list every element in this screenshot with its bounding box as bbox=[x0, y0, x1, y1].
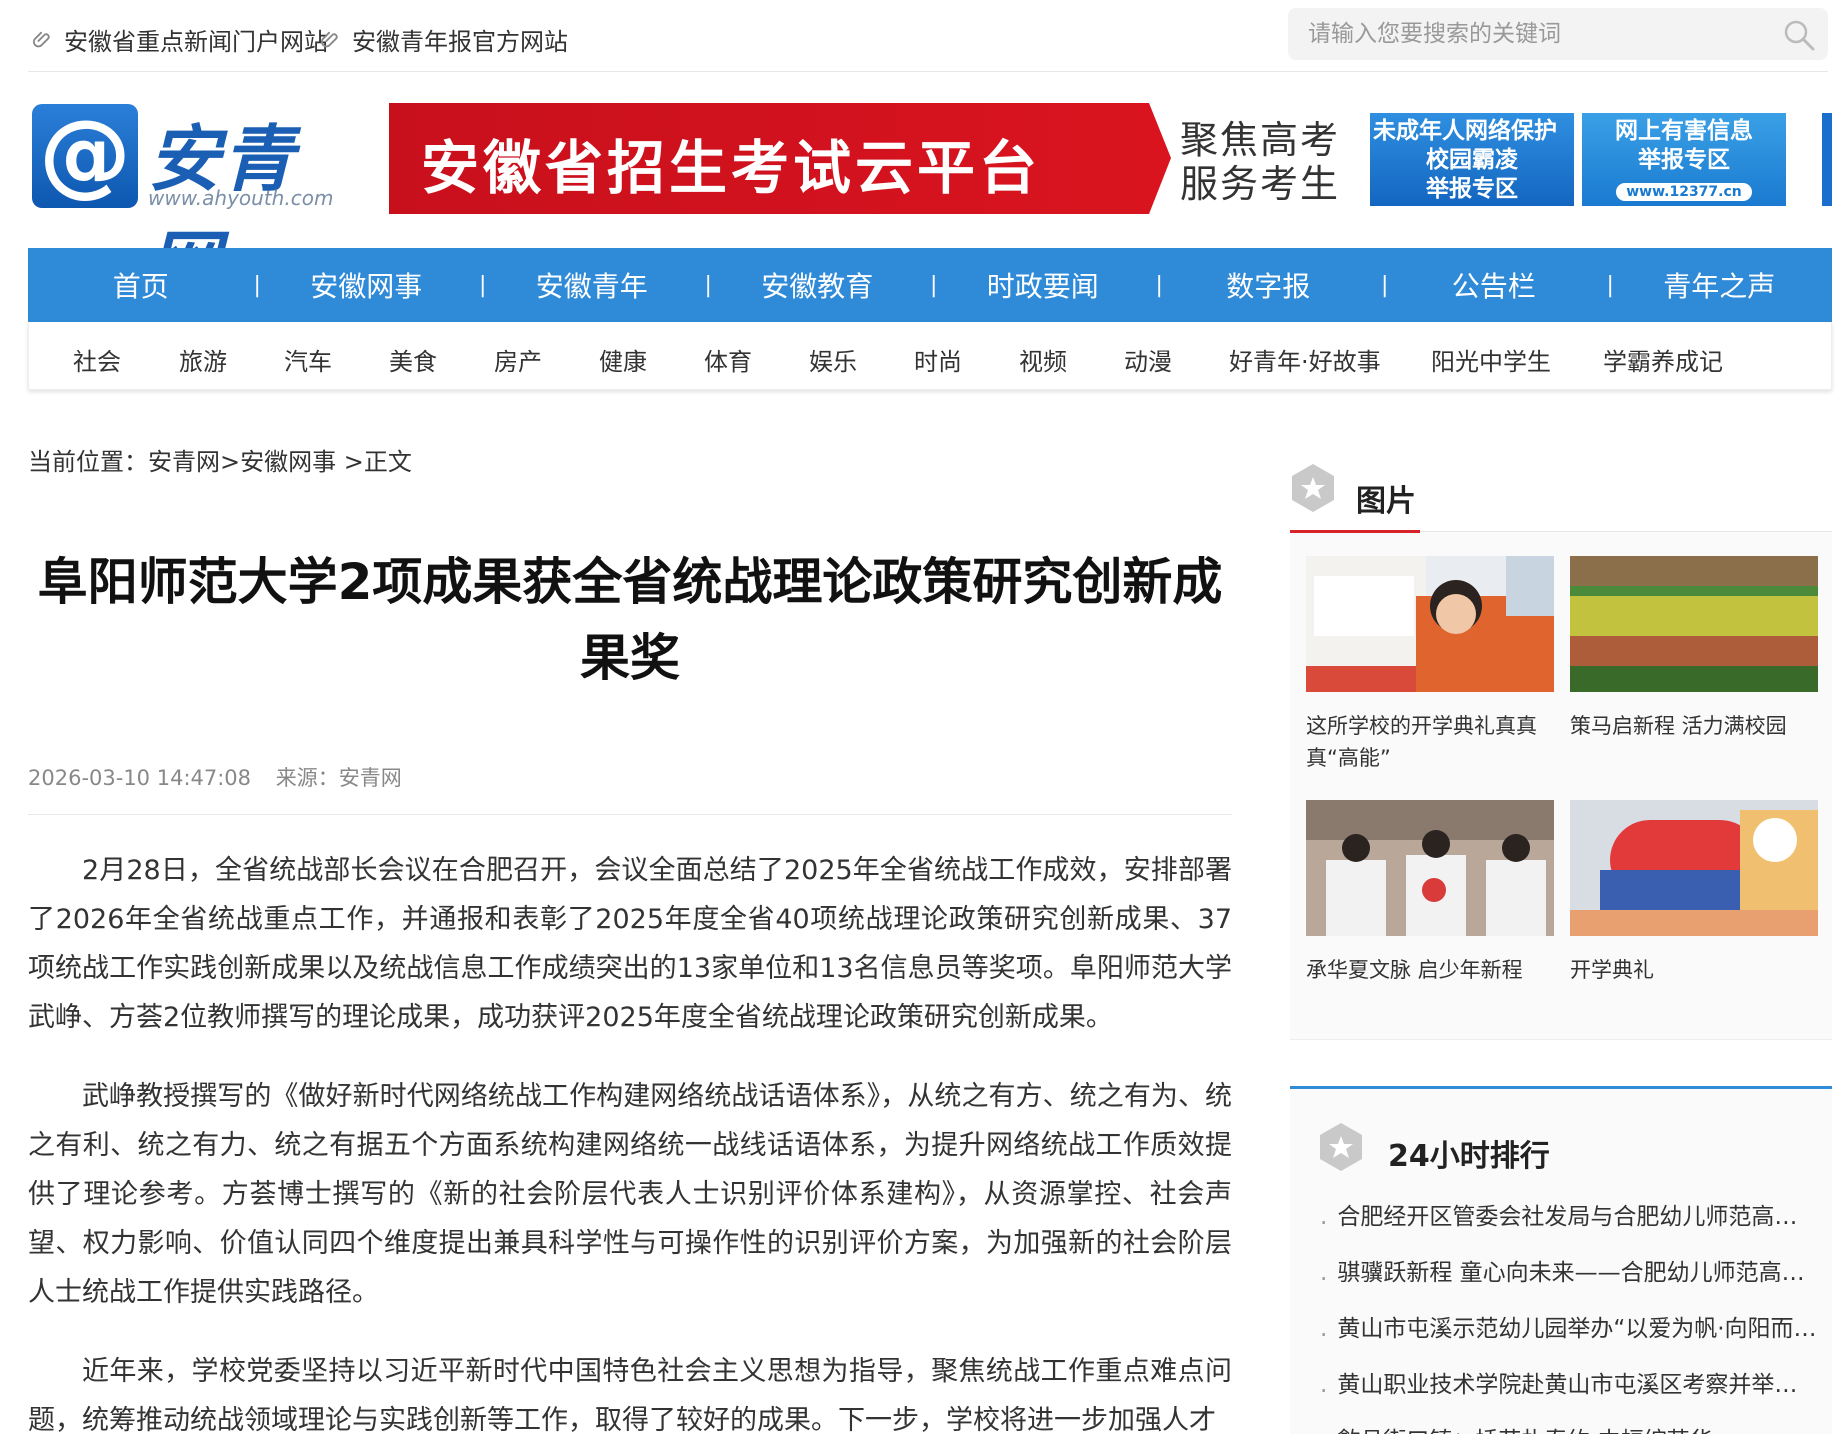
subnav-item-health[interactable]: 健康 bbox=[599, 342, 647, 377]
ranking-item[interactable]: 骐骥跃新程 童心向未来——合肥幼儿师范高等专科学校 bbox=[1320, 1253, 1820, 1287]
subnav-item-sunshine-student[interactable]: 阳光中学生 bbox=[1431, 342, 1551, 377]
pictures-panel: 图片 这所学校的开学典礼真真真“高能” 策马启新程 活力满校园 承华夏文脉 启少… bbox=[1290, 458, 1832, 1040]
ranking-item[interactable]: 歙县街口镇：插花扎春约 中幅绽芳华 bbox=[1320, 1421, 1820, 1434]
picture-card[interactable]: 策马启新程 活力满校园 bbox=[1570, 556, 1818, 742]
slogan-line-1: 聚焦高考 bbox=[1180, 118, 1341, 162]
subnav-item-anime[interactable]: 动漫 bbox=[1124, 342, 1172, 377]
picture-card[interactable]: 承华夏文脉 启少年新程 bbox=[1306, 800, 1554, 986]
article-paragraph: 武峥教授撰写的《做好新时代网络统战工作构建网络统战话语体系》，从统之有方、统之有… bbox=[28, 1081, 1232, 1308]
picture-caption: 开学典礼 bbox=[1570, 958, 1654, 982]
nav-item-label: 安徽教育 bbox=[761, 270, 874, 303]
top-link-youth-paper[interactable]: 安徽青年报官方网站 bbox=[320, 22, 568, 57]
breadcrumb: 当前位置：安青网>安徽网事 >正文 bbox=[28, 448, 412, 476]
top-link-youth-paper-label: 安徽青年报官方网站 bbox=[352, 28, 568, 56]
star-badge-icon bbox=[1320, 1123, 1362, 1171]
article-divider bbox=[28, 814, 1232, 815]
harmful-info-url: www.12377.cn bbox=[1616, 183, 1752, 201]
subnav-item-auto[interactable]: 汽车 bbox=[284, 342, 332, 377]
top-link-news-portal[interactable]: 安徽省重点新闻门户网站 bbox=[32, 22, 328, 57]
subnav-item-entertainment[interactable]: 娱乐 bbox=[809, 342, 857, 377]
article-source: 来源：安青网 bbox=[275, 766, 402, 790]
paperclip-icon bbox=[320, 31, 338, 47]
harmful-info-line-2: 举报专区 bbox=[1638, 147, 1730, 173]
nav-item-youth-voice[interactable]: 青年之声 bbox=[1607, 265, 1833, 305]
picture-thumbnail bbox=[1570, 800, 1818, 936]
ranking-item[interactable]: 合肥经开区管委会社发局与合肥幼儿师范高等专科学校 bbox=[1320, 1197, 1820, 1231]
search-input[interactable] bbox=[1308, 18, 1748, 50]
sub-nav: 社会 旅游 汽车 美食 房产 健康 体育 娱乐 时尚 视频 动漫 好青年·好故事… bbox=[28, 322, 1832, 390]
subnav-item-realestate[interactable]: 房产 bbox=[494, 342, 542, 377]
subnav-item-good-youth[interactable]: 好青年·好故事 bbox=[1229, 342, 1381, 377]
nav-item-label: 时政要闻 bbox=[986, 270, 1099, 303]
article-datetime: 2026-03-10 14:47:08 bbox=[28, 766, 252, 790]
top-bar: 安徽省重点新闻门户网站 安徽青年报官方网站 bbox=[28, 0, 1828, 72]
nav-item-bulletin[interactable]: 公告栏 bbox=[1381, 265, 1607, 305]
nav-item-home[interactable]: 首页 bbox=[28, 265, 254, 305]
nav-item-label: 安徽青年 bbox=[535, 270, 648, 303]
picture-caption: 策马启新程 活力满校园 bbox=[1570, 714, 1787, 738]
logo-url: www.ahyouth.com bbox=[148, 186, 334, 210]
ranking-panel-title: 24小时排行 bbox=[1388, 1139, 1550, 1174]
ranking-item[interactable]: 黄山职业技术学院赴黄山市屯溪区考察并举行座谈 bbox=[1320, 1365, 1820, 1399]
picture-caption: 承华夏文脉 启少年新程 bbox=[1306, 958, 1523, 982]
pictures-panel-accent-bar bbox=[1290, 530, 1420, 533]
search-icon[interactable] bbox=[1782, 18, 1816, 52]
picture-caption: 这所学校的开学典礼真真真“高能” bbox=[1306, 714, 1537, 770]
harmful-info-line-1: 网上有害信息 bbox=[1615, 118, 1753, 144]
nav-item-politics[interactable]: 时政要闻 bbox=[930, 265, 1156, 305]
picture-card[interactable]: 这所学校的开学典礼真真真“高能” bbox=[1306, 556, 1554, 774]
subnav-item-top-student[interactable]: 学霸养成记 bbox=[1603, 342, 1723, 377]
minor-protection-line-2: 校园霸凌 bbox=[1426, 147, 1518, 173]
minor-protection-banner[interactable]: 未成年人网络保护 校园霸凌 举报专区 bbox=[1370, 113, 1574, 206]
exam-platform-banner[interactable]: 安徽省招生考试云平台 bbox=[389, 103, 1171, 214]
picture-thumbnail bbox=[1306, 800, 1554, 936]
article-paragraph: 近年来，学校党委坚持以习近平新时代中国特色社会主义思想为指导，聚焦统战工作重点难… bbox=[28, 1356, 1232, 1434]
pictures-panel-title: 图片 bbox=[1356, 484, 1416, 519]
nav-item-label: 青年之声 bbox=[1663, 270, 1776, 303]
logo-at-mark: @ bbox=[32, 104, 138, 208]
slogan-line-2: 服务考生 bbox=[1180, 162, 1341, 206]
search-box bbox=[1288, 8, 1828, 60]
pictures-panel-header: 图片 bbox=[1290, 458, 1832, 533]
picture-card[interactable]: 开学典礼 bbox=[1570, 800, 1818, 986]
article-body: 2月28日，全省统战部长会议在合肥召开，会议全面总结了2025年全省统战工作成效… bbox=[28, 846, 1232, 1434]
nav-item-label: 首页 bbox=[112, 270, 169, 303]
nav-item-label: 数字报 bbox=[1226, 270, 1311, 303]
subnav-item-fashion[interactable]: 时尚 bbox=[914, 342, 962, 377]
minor-protection-line-1: 未成年人网络保护 bbox=[1373, 118, 1557, 144]
subnav-item-video[interactable]: 视频 bbox=[1019, 342, 1067, 377]
ranking-panel: 24小时排行 合肥经开区管委会社发局与合肥幼儿师范高等专科学校 骐骥跃新程 童心… bbox=[1290, 1086, 1832, 1434]
nav-item-label: 安徽网事 bbox=[310, 270, 423, 303]
nav-item-anhui-affairs[interactable]: 安徽网事 bbox=[254, 265, 480, 305]
nav-item-anhui-youth[interactable]: 安徽青年 bbox=[479, 265, 705, 305]
main-nav: 首页 | 安徽网事 | 安徽青年 | 安徽教育 | 时政要闻 | 数字报 | 公… bbox=[28, 248, 1832, 322]
subnav-item-food[interactable]: 美食 bbox=[389, 342, 437, 377]
article-meta: 2026-03-10 14:47:08 来源：安青网 bbox=[28, 762, 420, 792]
banner-overflow-edge bbox=[1822, 113, 1832, 206]
article-title: 阜阳师范大学2项成果获全省统战理论政策研究创新成果奖 bbox=[37, 553, 1223, 687]
subnav-item-travel[interactable]: 旅游 bbox=[179, 342, 227, 377]
nav-item-label: 公告栏 bbox=[1451, 270, 1536, 303]
nav-item-digital-paper[interactable]: 数字报 bbox=[1156, 265, 1382, 305]
minor-protection-line-3: 举报专区 bbox=[1426, 176, 1518, 202]
article-paragraph: 2月28日，全省统战部长会议在合肥召开，会议全面总结了2025年全省统战工作成效… bbox=[28, 855, 1232, 1033]
subnav-item-sports[interactable]: 体育 bbox=[704, 342, 752, 377]
harmful-info-report-banner[interactable]: 网上有害信息 举报专区 www.12377.cn bbox=[1582, 113, 1786, 206]
exam-service-slogan[interactable]: 聚焦高考 服务考生 bbox=[1180, 118, 1340, 206]
star-badge-icon bbox=[1292, 464, 1334, 512]
subnav-item-society[interactable]: 社会 bbox=[73, 342, 121, 377]
picture-thumbnail bbox=[1306, 556, 1554, 692]
exam-platform-banner-text: 安徽省招生考试云平台 bbox=[421, 134, 1042, 202]
nav-item-anhui-education[interactable]: 安徽教育 bbox=[705, 265, 931, 305]
ranking-item[interactable]: 黄山市屯溪示范幼儿园举办“以爱为帆·向阳而行” bbox=[1320, 1309, 1820, 1343]
paperclip-icon bbox=[32, 31, 50, 47]
site-logo[interactable]: @ 安青网 www.ahyouth.com bbox=[32, 102, 342, 306]
top-link-news-portal-label: 安徽省重点新闻门户网站 bbox=[64, 28, 328, 56]
picture-thumbnail bbox=[1570, 556, 1818, 692]
